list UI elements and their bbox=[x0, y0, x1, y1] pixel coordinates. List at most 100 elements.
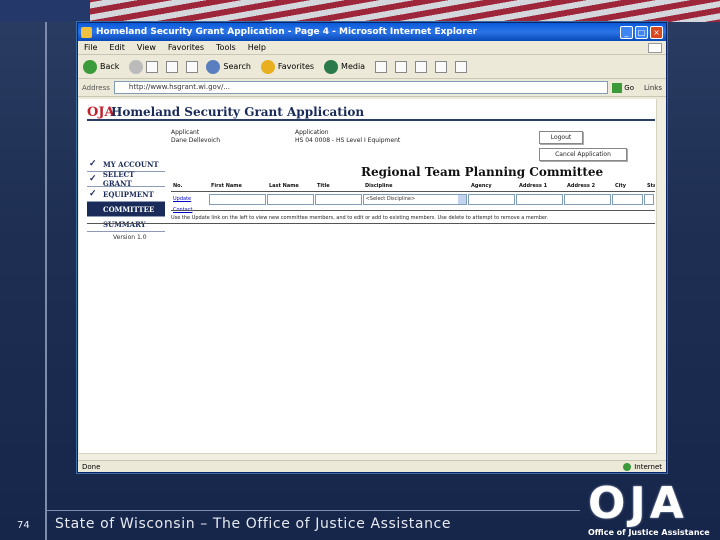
back-button[interactable]: Back bbox=[83, 59, 119, 74]
history-icon[interactable] bbox=[375, 60, 388, 73]
col-header-address-1: Address 1 bbox=[519, 183, 548, 189]
section-title: Regional Team Planning Committee bbox=[361, 165, 604, 179]
col-header-state: State bbox=[647, 183, 655, 189]
application-label: Application bbox=[295, 129, 329, 136]
nav-committee[interactable]: COMMITTEE bbox=[87, 202, 165, 217]
page-viewport: OJA Homeland Security Grant Application … bbox=[79, 99, 657, 463]
slide-page-number: 74 bbox=[17, 520, 30, 531]
address-label: Address bbox=[82, 83, 110, 92]
nav-label: COMMITTEE bbox=[103, 204, 155, 214]
last-name-input[interactable] bbox=[266, 194, 314, 205]
applicant-label: Applicant bbox=[171, 129, 200, 136]
back-arrow-icon bbox=[83, 59, 97, 74]
discuss-icon[interactable] bbox=[455, 60, 468, 73]
discipline-select[interactable]: <Select Discipline> bbox=[362, 194, 468, 205]
nav-label: SELECT GRANT bbox=[102, 170, 135, 188]
app-title: Homeland Security Grant Application bbox=[111, 105, 365, 119]
media-label: Media bbox=[341, 62, 366, 71]
check-icon: ✓ bbox=[89, 189, 97, 199]
status-zone: Internet bbox=[623, 462, 662, 471]
city-input[interactable] bbox=[612, 194, 644, 205]
browser-title-bar[interactable]: Homeland Security Grant Application - Pa… bbox=[78, 23, 666, 41]
col-header-first-name: First Name bbox=[211, 183, 242, 189]
update-contact-link[interactable]: Update Contact bbox=[171, 194, 209, 213]
menu-favorites[interactable]: Favorites bbox=[168, 43, 204, 52]
nav-label: SUMMARY bbox=[103, 219, 146, 229]
vertical-scrollbar[interactable] bbox=[656, 99, 666, 463]
go-label: Go bbox=[624, 83, 635, 92]
col-header-no: No. bbox=[173, 183, 183, 189]
maximize-button[interactable]: □ bbox=[635, 25, 648, 39]
print-icon[interactable] bbox=[415, 60, 428, 73]
star-icon bbox=[260, 59, 275, 74]
go-arrow-icon bbox=[612, 82, 623, 93]
mail-icon[interactable] bbox=[395, 60, 408, 73]
application-value: HS 04 0008 - HS Level I Equipment bbox=[295, 137, 401, 144]
title-input[interactable] bbox=[314, 194, 362, 205]
stop-icon[interactable] bbox=[146, 60, 159, 73]
side-nav: ✓ MY ACCOUNT ✓ SELECT GRANT ✓ EQUIPMENT … bbox=[87, 157, 165, 241]
menu-edit[interactable]: Edit bbox=[109, 43, 125, 52]
search-button[interactable]: Search bbox=[206, 59, 251, 74]
minimize-button[interactable]: _ bbox=[620, 25, 633, 39]
col-header-agency: Agency bbox=[471, 183, 492, 189]
menu-view[interactable]: View bbox=[137, 43, 156, 52]
search-label: Search bbox=[223, 62, 251, 71]
app-logo: OJA bbox=[87, 104, 115, 120]
app-header: OJA Homeland Security Grant Application bbox=[87, 105, 655, 121]
slide-left-rule bbox=[45, 22, 47, 540]
flag-stars-canton bbox=[0, 0, 90, 22]
address-2-input[interactable] bbox=[564, 194, 612, 205]
oja-logo-letters: OJA bbox=[588, 478, 688, 529]
state-input[interactable] bbox=[644, 194, 655, 205]
application-info: Application HS 04 0008 - HS Level I Equi… bbox=[295, 129, 400, 145]
go-button[interactable]: Go bbox=[612, 82, 635, 93]
slide-bottom-rule bbox=[45, 510, 580, 511]
applicant-value: Dane Dellevoich bbox=[171, 137, 221, 144]
menu-file[interactable]: File bbox=[84, 43, 97, 52]
discipline-select-value: <Select Discipline> bbox=[365, 196, 416, 202]
col-header-discipline: Discipline bbox=[365, 183, 393, 189]
nav-equipment[interactable]: ✓ EQUIPMENT bbox=[87, 187, 165, 202]
refresh-icon[interactable] bbox=[166, 60, 179, 73]
version-text: Version 1.0 bbox=[113, 234, 147, 241]
address-bar: Address http://www.hsgrant.wi.gov/... Go… bbox=[78, 79, 666, 97]
forward-arrow-icon[interactable] bbox=[129, 59, 144, 74]
flag-banner bbox=[0, 0, 720, 22]
instructions-text: Use the Update link on the left to view … bbox=[171, 215, 549, 221]
address-1-input[interactable] bbox=[516, 194, 564, 205]
status-bar: Done Internet bbox=[78, 460, 666, 472]
close-button[interactable]: × bbox=[650, 25, 663, 39]
status-zone-label: Internet bbox=[634, 462, 662, 471]
nav-summary[interactable]: SUMMARY bbox=[87, 217, 165, 232]
chevron-down-icon bbox=[458, 195, 467, 204]
first-name-input[interactable] bbox=[208, 194, 266, 205]
oja-logo-subtitle: Office of Justice Assistance bbox=[588, 528, 710, 537]
tool-bar: Back Search Favorites Media bbox=[78, 55, 666, 79]
media-icon bbox=[324, 59, 339, 74]
edit-icon[interactable] bbox=[435, 60, 448, 73]
col-header-city: City bbox=[615, 183, 627, 189]
nav-select-grant[interactable]: ✓ SELECT GRANT bbox=[87, 170, 165, 188]
media-button[interactable]: Media bbox=[324, 59, 366, 74]
address-input[interactable]: http://www.hsgrant.wi.gov/... bbox=[113, 81, 609, 94]
menu-bar: File Edit View Favorites Tools Help bbox=[78, 41, 666, 55]
table-row: Update Contact <Select Discipline> bbox=[171, 194, 655, 213]
menu-help[interactable]: Help bbox=[248, 43, 266, 52]
col-header-address-2: Address 2 bbox=[567, 183, 596, 189]
home-icon[interactable] bbox=[186, 60, 199, 73]
browser-window: Homeland Security Grant Application - Pa… bbox=[77, 22, 667, 473]
col-header-title: Title bbox=[317, 183, 330, 189]
nav-label: EQUIPMENT bbox=[103, 189, 154, 199]
browser-title: Homeland Security Grant Application - Pa… bbox=[96, 27, 478, 37]
favorites-button[interactable]: Favorites bbox=[260, 59, 314, 74]
links-button[interactable]: Links bbox=[644, 84, 662, 92]
cancel-application-button[interactable]: Cancel Application bbox=[539, 148, 627, 161]
applicant-info: Applicant Dane Dellevoich bbox=[171, 129, 220, 145]
logout-button[interactable]: Logout bbox=[539, 131, 583, 144]
ie-icon bbox=[81, 26, 92, 38]
search-icon bbox=[206, 59, 221, 74]
windows-flag-icon bbox=[648, 42, 662, 53]
agency-input[interactable] bbox=[468, 194, 516, 205]
menu-tools[interactable]: Tools bbox=[216, 43, 236, 52]
